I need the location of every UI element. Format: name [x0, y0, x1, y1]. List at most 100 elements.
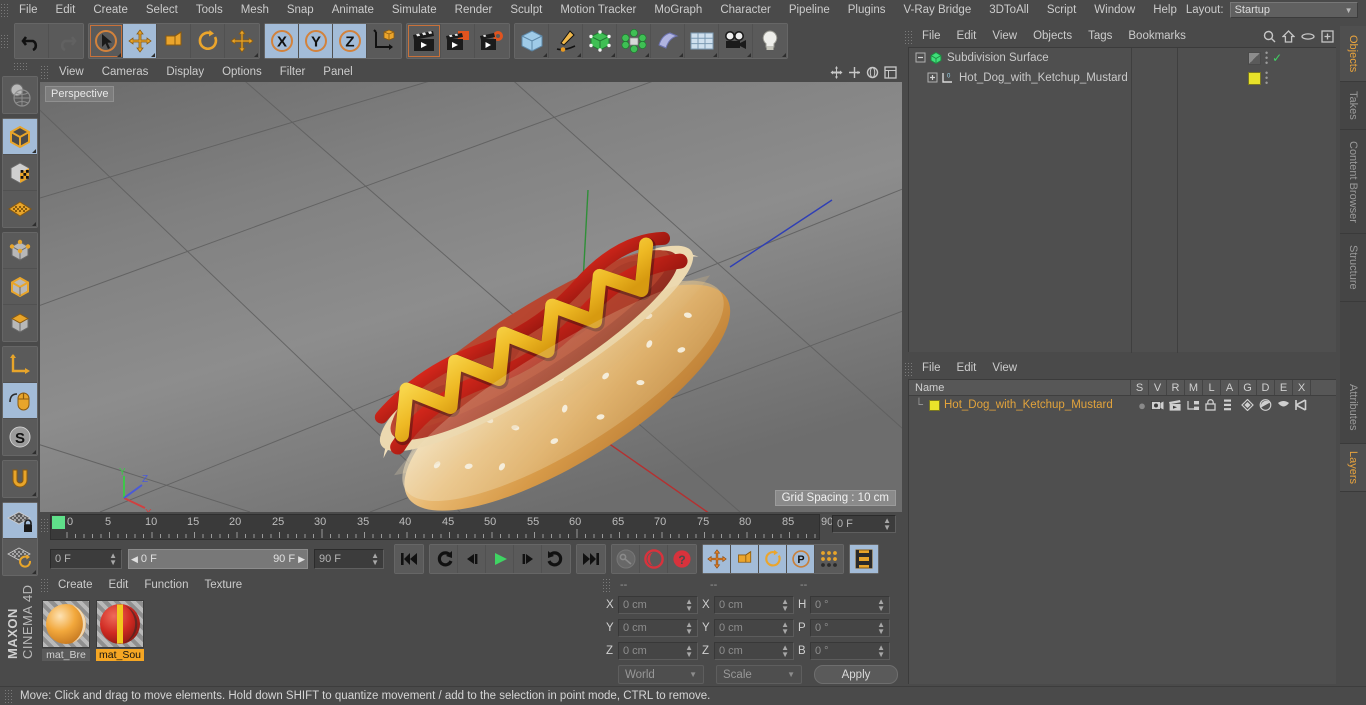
spinner-icon[interactable]: ▲ ▼ [877, 644, 885, 659]
polygons-mode-button[interactable] [3, 305, 37, 341]
spinner-icon[interactable]: ▲ ▼ [877, 621, 885, 636]
spinner-icon[interactable]: ▲ ▼ [781, 621, 789, 636]
layer-color-swatch[interactable] [929, 399, 940, 411]
expression-icon[interactable] [1277, 400, 1295, 410]
add-camera-button[interactable] [719, 24, 753, 58]
next-key-button[interactable] [542, 545, 570, 573]
range-left-arrow-icon[interactable]: ◀ [131, 554, 138, 565]
menu-item-render[interactable]: Render [446, 0, 502, 20]
layer-col-a[interactable]: A [1221, 380, 1239, 395]
record-active-objects-button[interactable] [612, 545, 640, 573]
spinner-icon[interactable]: ▲ ▼ [685, 644, 693, 659]
manager-icon[interactable] [1187, 400, 1205, 411]
redo-button[interactable] [49, 24, 83, 58]
parameter-key-button[interactable]: P [787, 545, 815, 573]
spinner-icon[interactable]: ▲ ▼ [685, 598, 693, 613]
visible-eye-icon[interactable] [1151, 400, 1169, 411]
maximize-view-icon[interactable] [884, 65, 897, 79]
layout-select[interactable]: Startup ▼ [1229, 2, 1358, 18]
solo-dot-icon[interactable]: ● [1133, 398, 1151, 413]
layer-manager-grip[interactable] [904, 361, 914, 376]
menu-item-create[interactable]: Create [84, 0, 137, 20]
render-view-button[interactable] [407, 24, 441, 58]
object-menu-view[interactable]: View [984, 26, 1025, 47]
expand-collapse-icon[interactable] [927, 72, 939, 84]
material-menu-create[interactable]: Create [50, 576, 101, 594]
menu-item-simulate[interactable]: Simulate [383, 0, 446, 20]
layer-col-d[interactable]: D [1257, 380, 1275, 395]
timeline-toggle-button[interactable] [850, 545, 878, 573]
object-row-hot-dog[interactable]: 0 Hot_Dog_with_Ketchup_Mustard • • • [909, 68, 1336, 88]
coordinate-system-select[interactable]: World ▼ [618, 665, 704, 684]
apply-button[interactable]: Apply [814, 665, 898, 684]
menu-item-script[interactable]: Script [1038, 0, 1085, 20]
world-axis-cube-icon[interactable] [367, 24, 401, 58]
expand-icon[interactable] [1321, 30, 1334, 43]
spinner-icon[interactable]: ▲ ▼ [877, 598, 885, 613]
side-tab-structure[interactable]: Structure [1340, 234, 1366, 302]
layer-col-e[interactable]: E [1275, 380, 1293, 395]
timeline-frame-field[interactable]: 0 F ▲ ▼ [832, 515, 896, 533]
viewport-solo-button[interactable] [3, 383, 37, 419]
menu-item-window[interactable]: Window [1085, 0, 1144, 20]
magnet-tool-button[interactable] [3, 461, 37, 497]
workplane-rotate-button[interactable] [3, 539, 37, 575]
layer-col-g[interactable]: G [1239, 380, 1257, 395]
size-x-field[interactable]: 0 cm ▲ ▼ [714, 596, 794, 614]
material-menu-edit[interactable]: Edit [101, 576, 137, 594]
axis-mode-button[interactable] [3, 191, 37, 227]
layer-menu-edit[interactable]: Edit [949, 358, 985, 379]
rotate-view-icon[interactable] [866, 66, 879, 79]
move-tool[interactable] [123, 24, 157, 58]
play-button[interactable] [486, 545, 514, 573]
timeline-ruler[interactable]: 0 5 10 15 20 25 30 35 40 45 50 55 60 65 … [50, 514, 833, 540]
viewport-menu-options[interactable]: Options [213, 62, 271, 82]
add-spline-button[interactable] [549, 24, 583, 58]
object-row-subdivision-surface[interactable]: Subdivision Surface • • • ✓ [909, 48, 1336, 68]
object-tree[interactable]: Subdivision Surface • • • ✓ 0 Hot_Dog_with… [908, 47, 1336, 353]
layer-col-r[interactable]: R [1167, 380, 1185, 395]
layer-col-name[interactable]: Name [909, 380, 1131, 395]
rot-b-field[interactable]: 0 ° ▲ ▼ [810, 642, 890, 660]
menu-item-file[interactable]: File [10, 0, 47, 20]
layer-row[interactable]: └ Hot_Dog_with_Ketchup_Mustard ● [909, 396, 1336, 414]
object-menu-file[interactable]: File [914, 26, 949, 47]
material-item[interactable]: mat_Bre [42, 600, 90, 685]
points-mode-button[interactable] [3, 233, 37, 269]
rot-p-field[interactable]: 0 ° ▲ ▼ [810, 619, 890, 637]
nurbs-generator-button[interactable] [583, 24, 617, 58]
material-menu-texture[interactable]: Texture [196, 576, 250, 594]
autokeying-button[interactable] [640, 545, 668, 573]
coordinates-grip[interactable] [602, 577, 612, 592]
menu-grip[interactable] [0, 3, 10, 17]
edges-mode-button[interactable] [3, 269, 37, 305]
layer-menu-view[interactable]: View [984, 358, 1025, 379]
menu-item-pipeline[interactable]: Pipeline [780, 0, 839, 20]
spinner-icon[interactable]: ▲ ▼ [371, 552, 379, 567]
spinner-icon[interactable]: ▲ ▼ [781, 644, 789, 659]
layer-col-x[interactable]: X [1293, 380, 1311, 395]
eye-icon[interactable] [1301, 30, 1315, 43]
perspective-viewport[interactable]: Perspective Y X Z Grid Spacing : 10 cm [40, 82, 902, 512]
size-mode-select[interactable]: Scale ▼ [716, 665, 802, 684]
scale-key-button[interactable] [731, 545, 759, 573]
pos-x-field[interactable]: 0 cm ▲ ▼ [618, 596, 698, 614]
render-clapper-icon[interactable] [1169, 399, 1187, 411]
viewport-menu-panel[interactable]: Panel [314, 62, 361, 82]
add-cube-button[interactable] [515, 24, 549, 58]
scale-tool[interactable] [157, 24, 191, 58]
side-tab-attributes[interactable]: Attributes [1340, 372, 1366, 444]
lock-icon[interactable] [1205, 399, 1223, 411]
pos-z-field[interactable]: 0 cm ▲ ▼ [618, 642, 698, 660]
side-tab-layers[interactable]: Layers [1340, 444, 1366, 492]
go-to-end-button[interactable] [577, 545, 605, 573]
spinner-icon[interactable]: ▲ ▼ [685, 621, 693, 636]
viewport-menu-display[interactable]: Display [157, 62, 213, 82]
current-frame-field[interactable]: 0 F ▲ ▼ [50, 549, 122, 569]
spinner-icon[interactable]: ▲ ▼ [109, 552, 117, 567]
spinner-icon[interactable]: ▲ ▼ [781, 598, 789, 613]
menu-item-plugins[interactable]: Plugins [839, 0, 895, 20]
menu-item-tools[interactable]: Tools [187, 0, 232, 20]
layer-list[interactable]: Name S V R M L A G D E X └ Hot_Dog_with_… [908, 379, 1336, 684]
object-menu-objects[interactable]: Objects [1025, 26, 1080, 47]
